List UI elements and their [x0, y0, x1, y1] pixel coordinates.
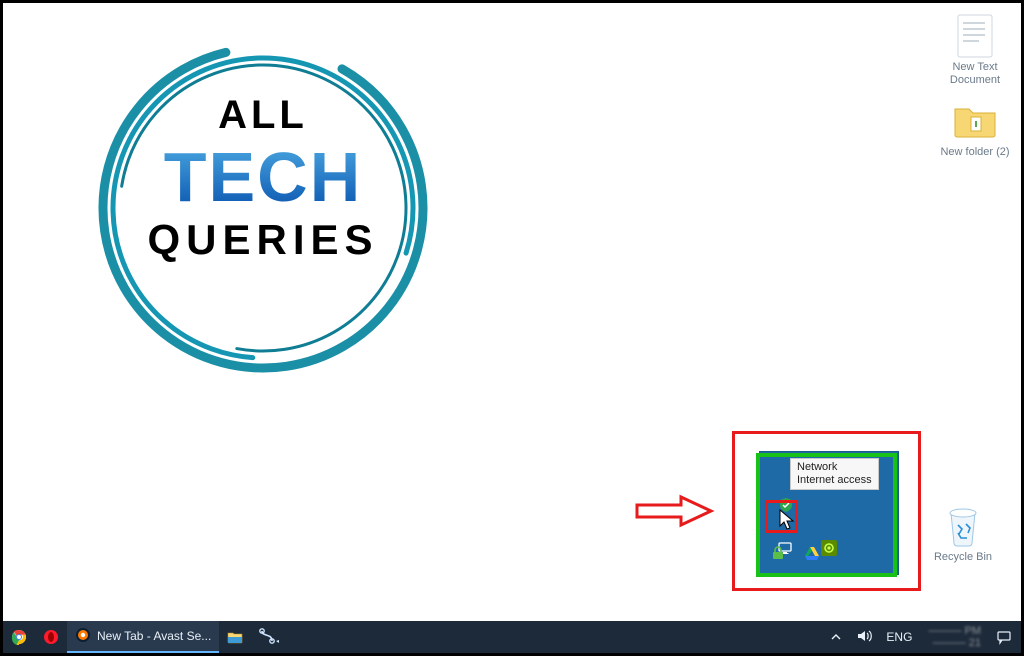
- volume-icon[interactable]: [856, 628, 872, 647]
- taskbar: New Tab - Avast Se... ENG —: [3, 621, 1021, 653]
- snipping-tool-icon[interactable]: [251, 621, 289, 653]
- logo-line3: QUERIES: [93, 216, 433, 264]
- taskbar-clock[interactable]: ——— PM ——— 21: [920, 621, 989, 653]
- logo-line1: ALL: [93, 93, 433, 138]
- logo-text: ALL TECH QUERIES: [93, 93, 433, 264]
- desktop-icon-recycle-bin[interactable]: Recycle Bin: [925, 503, 1001, 564]
- annotation-arrow: [635, 493, 715, 529]
- action-center-icon[interactable]: [991, 621, 1017, 653]
- logo-line2: TECH: [93, 142, 433, 212]
- text-document-icon: [952, 13, 998, 59]
- language-indicator[interactable]: ENG: [880, 621, 918, 653]
- chevron-up-icon: [830, 631, 842, 643]
- taskbar-window-title: New Tab - Avast Se...: [97, 629, 211, 643]
- recycle-bin-icon: [940, 503, 986, 549]
- clock-time: ——— PM: [928, 625, 981, 637]
- folder-icon: [952, 98, 998, 144]
- show-hidden-icons[interactable]: [826, 621, 846, 653]
- chrome-icon[interactable]: [3, 621, 35, 653]
- wallpaper-logo: ALL TECH QUERIES: [93, 38, 433, 378]
- language-label: ENG: [886, 630, 912, 644]
- opera-icon[interactable]: [35, 621, 67, 653]
- screenshot-frame: ALL TECH QUERIES New Text Document New f…: [0, 0, 1024, 656]
- desktop-icon-label: New Text Document: [937, 61, 1013, 86]
- desktop-icon-label: Recycle Bin: [925, 551, 1001, 564]
- desktop-icon-new-text-document[interactable]: New Text Document: [937, 13, 1013, 86]
- clock-date: ——— 21: [928, 637, 981, 649]
- mouse-cursor: [779, 509, 797, 531]
- desktop[interactable]: ALL TECH QUERIES New Text Document New f…: [3, 3, 1021, 621]
- desktop-icon-label: New folder (2): [937, 146, 1013, 159]
- avast-icon: [75, 627, 91, 646]
- taskbar-window-avast[interactable]: New Tab - Avast Se...: [67, 621, 219, 653]
- desktop-icon-new-folder-2[interactable]: New folder (2): [937, 98, 1013, 159]
- file-explorer-icon[interactable]: [219, 621, 251, 653]
